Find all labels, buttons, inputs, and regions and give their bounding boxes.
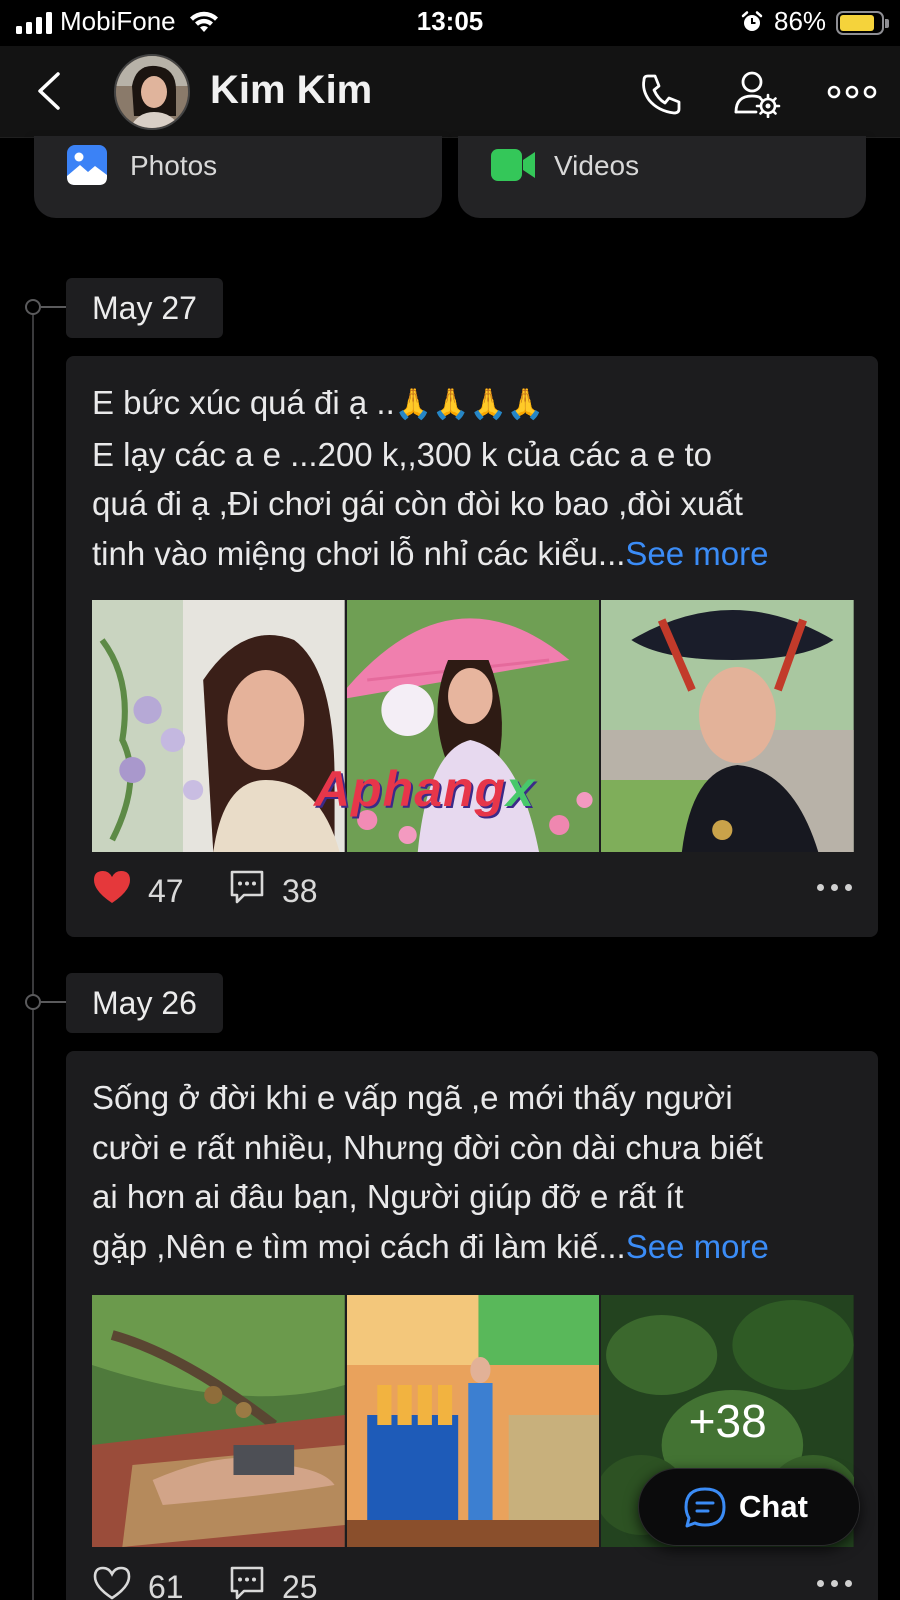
comment-icon [228,1564,266,1600]
photos-tab[interactable]: Photos [34,136,442,218]
chat-bubble-icon [683,1486,727,1535]
date-header: May 27 [66,278,223,338]
like-count: 61 [148,1568,184,1600]
like-button[interactable]: 47 [92,866,184,916]
battery-percentage: 86% [774,6,827,36]
comment-icon [228,868,266,914]
timeline-line [32,310,34,1600]
video-camera-icon [490,144,536,191]
chat-button[interactable]: Chat [638,1468,860,1546]
post-options-icon[interactable] [817,884,852,891]
more-icon[interactable] [826,68,878,118]
comment-button[interactable]: 25 [228,1562,318,1600]
see-more-link[interactable]: See more [625,535,768,572]
like-count: 47 [148,872,184,909]
clock: 13:05 [416,6,484,36]
comment-button[interactable]: 38 [228,866,318,916]
post-options-icon[interactable] [817,1580,852,1587]
status-bar: MobiFone 13:05 86% [0,0,900,46]
battery-icon [836,11,889,35]
post-photo[interactable] [92,600,345,852]
timeline-node [25,994,41,1010]
videos-tab-label: Videos [554,150,640,181]
see-more-link[interactable]: See more [626,1228,769,1265]
post-photo[interactable] [346,1295,600,1547]
heart-filled-icon [92,869,132,913]
battery-level [840,15,874,31]
photos-icon [66,144,108,191]
photo-grid: Aphangx [92,600,855,852]
comment-count: 25 [282,1568,318,1600]
photos-tab-label: Photos [130,150,218,181]
chat-header: Kim Kim [0,46,900,138]
comment-count: 38 [282,872,318,909]
like-button[interactable]: 61 [92,1562,184,1600]
post-actions: 61 25 [92,1562,852,1600]
watermark: Aphangx [314,761,535,817]
alarm-icon [740,10,764,39]
post-text: Sống ở đời khi e vấp ngã ,e mới thấy ngư… [92,1079,769,1265]
timeline-node [25,299,41,315]
heart-outline-icon [92,1565,132,1600]
post-text: E bức xúc quá đi ạ ..🙏🙏🙏🙏 E lạy các a e … [92,378,852,578]
post-actions: 47 38 [92,866,852,916]
contact-name[interactable]: Kim Kim [210,68,372,113]
folded-hands-emoji: 🙏🙏🙏🙏 [394,388,545,421]
post-card[interactable]: E bức xúc quá đi ạ ..🙏🙏🙏🙏 E lạy các a e … [66,356,878,937]
chat-button-label: Chat [739,1489,808,1524]
avatar[interactable] [114,54,190,130]
profile-settings-icon[interactable] [732,68,782,119]
back-chevron-icon[interactable] [30,68,70,114]
post-photo[interactable] [92,1295,345,1547]
videos-tab[interactable]: Videos [458,136,866,218]
phone-icon[interactable] [636,68,686,118]
post-photo[interactable] [601,600,855,852]
date-header: May 26 [66,973,223,1033]
